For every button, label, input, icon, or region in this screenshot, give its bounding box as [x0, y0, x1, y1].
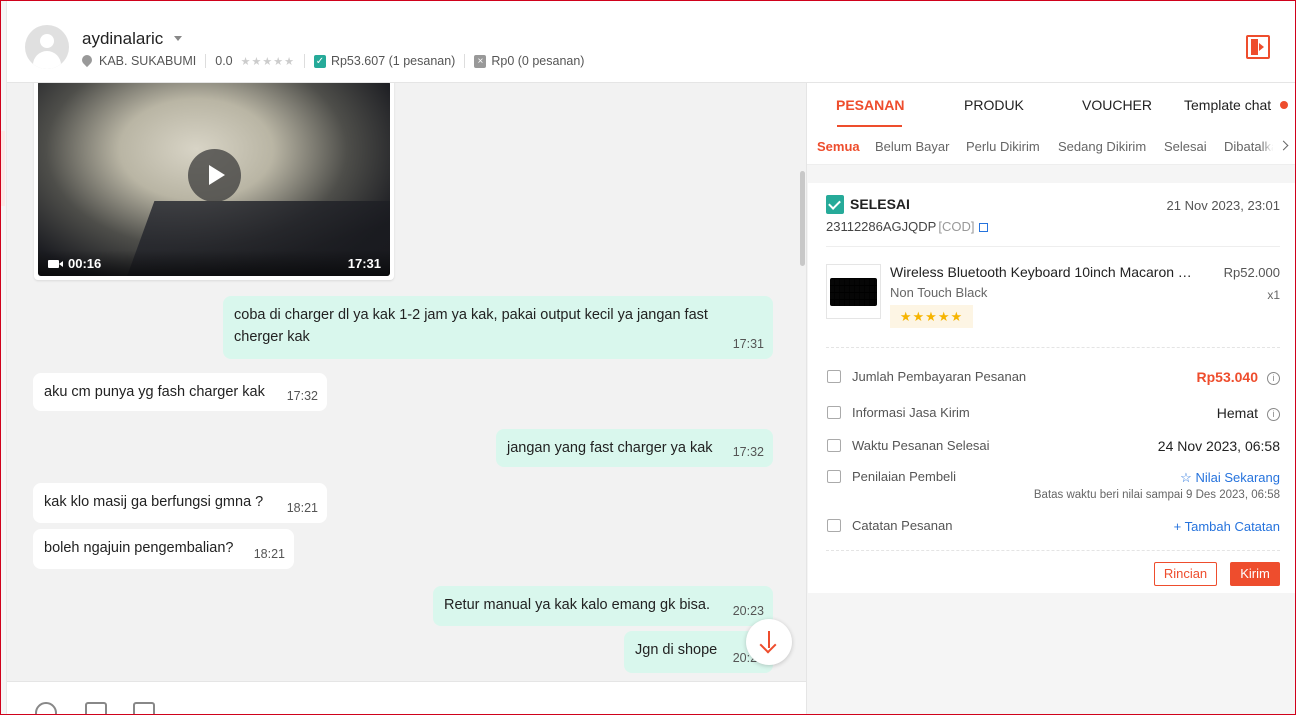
avatar[interactable] — [25, 25, 69, 69]
note-icon — [827, 519, 841, 532]
subtab-selesai[interactable]: Selesai — [1164, 139, 1207, 154]
video-message[interactable]: 00:16 17:31 — [34, 83, 394, 280]
message-text: coba di charger dl ya kak 1-2 jam ya kak… — [234, 307, 708, 345]
completed-time-value: 24 Nov 2023, 06:58 — [1157, 438, 1280, 454]
message-text: boleh ngajuin pengembalian? — [44, 540, 234, 556]
video-upload-icon[interactable] — [133, 702, 155, 714]
completed-order-icon: ✓ — [313, 54, 326, 68]
active-tab-indicator — [837, 125, 902, 127]
message-time: 18:21 — [286, 501, 318, 515]
product-price: Rp52.000 — [1223, 265, 1280, 280]
info-icon[interactable]: i — [1267, 372, 1280, 385]
product-rating: ★★★★★ — [890, 305, 973, 328]
message-time: 17:32 — [286, 389, 318, 403]
buyer-header: aydinalaric KAB. SUKABUMI 0.0 ★★★★★ ✓ Rp… — [7, 13, 1295, 83]
message-time: 20:23 — [732, 604, 764, 618]
notification-dot — [1280, 101, 1288, 109]
details-button[interactable]: Rincian — [1154, 562, 1217, 586]
tab-produk[interactable]: PRODUK — [964, 97, 1024, 113]
order-date: 21 Nov 2023, 23:01 — [1166, 198, 1280, 213]
rate-now-link[interactable]: ☆ Nilai Sekarang — [1180, 470, 1280, 486]
message-text: jangan yang fast charger ya kak — [507, 440, 713, 456]
tab-voucher[interactable]: VOUCHER — [1082, 97, 1152, 113]
buyer-username[interactable]: aydinalaric — [82, 29, 163, 49]
order-panel: PESANAN PRODUK VOUCHER Template chat Sem… — [806, 83, 1295, 714]
review-label: Penilaian Pembeli — [852, 469, 957, 484]
product-name[interactable]: Wireless Bluetooth Keyboard 10inch Macar… — [890, 264, 1195, 280]
chat-composer-toolbar — [7, 681, 806, 714]
payment-tag: [COD] — [938, 219, 975, 234]
chat-message-incoming: kak klo masij ga berfungsi gmna ? 18:21 — [33, 483, 327, 523]
product-variant: Non Touch Black — [890, 285, 988, 300]
review-star-icon — [827, 470, 841, 483]
rate-now-label: Nilai Sekarang — [1195, 470, 1280, 485]
add-note-label: Tambah Catatan — [1184, 519, 1280, 534]
product-thumbnail[interactable] — [826, 264, 881, 319]
buyer-location: KAB. SUKABUMI — [99, 54, 197, 68]
order-status: SELESAI — [850, 196, 910, 212]
review-deadline: Batas waktu beri nilai sampai 9 Des 2023… — [1033, 489, 1280, 501]
tab-pesanan[interactable]: PESANAN — [836, 97, 904, 113]
chat-scrollbar[interactable] — [800, 171, 805, 266]
payment-amount: Rp53.040 — [1196, 369, 1258, 385]
info-icon[interactable]: i — [1267, 408, 1280, 421]
completed-orders-summary: Rp53.607 (1 pesanan) — [330, 54, 456, 68]
chat-message-outgoing: coba di charger dl ya kak 1-2 jam ya kak… — [223, 296, 773, 359]
shipping-label: Informasi Jasa Kirim — [852, 405, 970, 420]
subtab-belum-bayar[interactable]: Belum Bayar — [875, 139, 949, 154]
location-pin-icon — [79, 52, 95, 68]
subtab-perlu-dikirim[interactable]: Perlu Dikirim — [966, 139, 1040, 154]
emoji-icon[interactable] — [35, 702, 57, 714]
payment-label: Jumlah Pembayaran Pesanan — [852, 369, 1027, 384]
copy-icon[interactable] — [979, 223, 989, 232]
chat-message-outgoing: Retur manual ya kak kalo emang gk bisa. … — [433, 586, 773, 626]
buyer-meta: KAB. SUKABUMI 0.0 ★★★★★ ✓ Rp53.607 (1 pe… — [79, 52, 585, 69]
image-icon[interactable] — [85, 702, 107, 714]
send-order-button[interactable]: Kirim — [1230, 562, 1280, 586]
panel-tabs: PESANAN PRODUK VOUCHER Template chat — [807, 83, 1295, 128]
shipping-value: Hemat — [1216, 405, 1258, 421]
message-text: aku cm punya yg fash charger kak — [44, 384, 265, 400]
order-card: SELESAI 21 Nov 2023, 23:01 23112286AGJQD… — [808, 183, 1295, 593]
message-time: 17:32 — [732, 445, 764, 459]
message-time: 17:31 — [732, 337, 764, 351]
order-id: 23112286AGJQDP [COD] — [826, 219, 989, 234]
chat-message-incoming: aku cm punya yg fash charger kak 17:32 — [33, 373, 327, 411]
order-status-filter: Semua Belum Bayar Perlu Dikirim Sedang D… — [807, 128, 1295, 165]
order-completed-icon — [826, 195, 844, 214]
payment-icon — [827, 370, 841, 383]
message-time: 18:21 — [253, 547, 285, 561]
scroll-down-button[interactable] — [746, 619, 792, 665]
message-text: Retur manual ya kak kalo emang gk bisa. — [444, 597, 710, 613]
chat-window: aydinalaric KAB. SUKABUMI 0.0 ★★★★★ ✓ Rp… — [0, 0, 1296, 715]
buyer-rating: 0.0 — [215, 54, 233, 68]
message-text: kak klo masij ga berfungsi gmna ? — [44, 494, 264, 510]
chat-message-outgoing: jangan yang fast charger ya kak 17:32 — [496, 429, 773, 467]
order-id-text: 23112286AGJQDP — [826, 219, 937, 234]
chevron-right-icon[interactable] — [1273, 128, 1295, 164]
subtab-sedang-dikirim[interactable]: Sedang Dikirim — [1058, 139, 1146, 154]
calendar-icon — [827, 439, 841, 452]
chevron-down-icon[interactable] — [174, 36, 182, 41]
add-note-link[interactable]: + Tambah Catatan — [1174, 519, 1280, 534]
video-duration: 00:16 — [68, 256, 102, 271]
video-camera-icon — [48, 260, 63, 268]
message-time: 17:31 — [347, 256, 381, 271]
notes-label: Catatan Pesanan — [852, 518, 953, 533]
subtab-semua[interactable]: Semua — [817, 139, 860, 154]
cancelled-orders-summary: Rp0 (0 pesanan) — [491, 54, 585, 68]
completed-time-label: Waktu Pesanan Selesai — [852, 438, 990, 453]
play-icon[interactable] — [188, 149, 241, 202]
chat-messages[interactable]: 00:16 17:31 coba di charger dl ya kak 1-… — [7, 83, 806, 681]
collapse-panel-icon[interactable] — [1246, 35, 1270, 59]
chat-message-incoming: boleh ngajuin pengembalian? 18:21 — [33, 529, 294, 569]
tab-template-chat[interactable]: Template chat — [1184, 97, 1271, 113]
product-quantity: x1 — [1267, 288, 1280, 302]
truck-icon — [827, 406, 841, 419]
rating-stars: ★★★★★ — [240, 55, 295, 68]
cancelled-order-icon: × — [474, 54, 487, 68]
